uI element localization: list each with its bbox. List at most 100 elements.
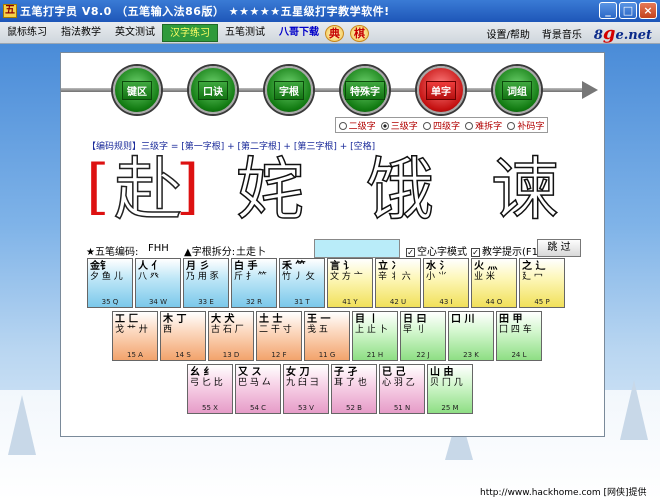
- wubi-key[interactable]: 目 丨上 止 卜 21 H: [352, 311, 398, 361]
- close-button[interactable]: ×: [639, 2, 657, 19]
- key-roots: 竹 丿 攵: [282, 272, 315, 282]
- key-roots: 巴 马 厶: [238, 378, 271, 388]
- level-3-option[interactable]: 三级字: [380, 119, 418, 132]
- key-main: 山 由: [430, 367, 454, 378]
- nav-roots-button[interactable]: 字根: [265, 66, 313, 114]
- wubi-key[interactable]: 白 手斤 扌 ⺮ 32 R: [231, 258, 277, 308]
- key-code: 31 T: [294, 298, 310, 306]
- wubi-key[interactable]: 工 匚戈 艹 廾 15 A: [112, 311, 158, 361]
- wubi-key[interactable]: 木 丁西 14 S: [160, 311, 206, 361]
- key-code: 14 S: [175, 351, 191, 359]
- wubi-key[interactable]: 水 氵小 ⺌ 43 I: [423, 258, 469, 308]
- nav-special-button[interactable]: 特殊字: [341, 66, 389, 114]
- wubi-key[interactable]: 土 士二 干 寸 12 F: [256, 311, 302, 361]
- wubi-key[interactable]: 大 犬古 石 厂 13 D: [208, 311, 254, 361]
- left-bracket: [: [86, 152, 110, 222]
- radio-icon[interactable]: [507, 122, 516, 130]
- radio-icon[interactable]: [338, 122, 347, 130]
- level-4-option[interactable]: 四级字: [422, 119, 460, 132]
- wubi-key[interactable]: 立 冫辛 丬 六 42 U: [375, 258, 421, 308]
- wubi-key[interactable]: 日 曰早 刂 22 J: [400, 311, 446, 361]
- key-roots: 西: [163, 325, 173, 335]
- nav-label: 词组: [502, 80, 532, 100]
- menu-right-group: 设置/帮助 背景音乐 8ge.net: [486, 22, 652, 44]
- menu-settings-help[interactable]: 设置/帮助: [486, 26, 529, 41]
- key-code: 34 W: [148, 298, 168, 306]
- wubi-key[interactable]: 口 川 23 K: [448, 311, 494, 361]
- wubi-key[interactable]: 火 灬业 米 44 O: [471, 258, 517, 308]
- wubi-key[interactable]: 月 彡乃 用 豕 33 E: [183, 258, 229, 308]
- nav-phrases-button[interactable]: 词组: [493, 66, 541, 114]
- key-code: 12 F: [271, 351, 287, 359]
- menu-wubi-test[interactable]: 五笔测试: [218, 24, 272, 42]
- current-character: 赴: [113, 150, 183, 231]
- nav-rhyme-button[interactable]: 口诀: [189, 66, 237, 114]
- window-title: 五笔打字员 V8.0 （五笔输入法86版） ★★★★★五星级打字教学软件!: [20, 5, 390, 18]
- chess-seal-icon[interactable]: 棋: [350, 25, 369, 42]
- wubi-key[interactable]: 山 由贝 冂 几 25 M: [427, 364, 473, 414]
- wubi-key[interactable]: 言 讠文 方 亠 41 Y: [327, 258, 373, 308]
- logo-letter: g: [602, 22, 616, 44]
- wubi-key[interactable]: 之 辶廴 冖 45 P: [519, 258, 565, 308]
- code-value: FHH: [148, 243, 169, 254]
- maximize-button[interactable]: □: [619, 2, 637, 19]
- window-controls: _ □ ×: [599, 2, 657, 19]
- info-row: ★五笔编码: FHH ▲字根拆分: 土走卜 ✓ 空心字模式 ✓ 教学提示(F1) 跳…: [86, 239, 586, 259]
- wubi-key[interactable]: 已 己心 羽 乙 51 N: [379, 364, 425, 414]
- checkbox-icon[interactable]: ✓: [406, 247, 415, 257]
- minimize-button[interactable]: _: [599, 2, 617, 19]
- hard-char-option[interactable]: 难拆字: [465, 119, 502, 132]
- key-main: 禾 ⺮: [282, 261, 306, 272]
- menu-mouse-practice[interactable]: 鼠标练习: [0, 24, 54, 42]
- teaching-hint-option[interactable]: ✓ 教学提示(F1): [471, 243, 542, 258]
- radio-icon[interactable]: [380, 122, 389, 130]
- radio-icon[interactable]: [465, 122, 474, 130]
- wubi-key[interactable]: 子 孑耳 了 也 52 B: [331, 364, 377, 414]
- menu-bage-download[interactable]: 八哥下载: [272, 24, 326, 42]
- key-main: 子 孑: [334, 367, 358, 378]
- logo-number: 8: [593, 27, 603, 43]
- key-code: 54 C: [249, 404, 267, 412]
- skip-button[interactable]: 跳 过: [537, 239, 581, 257]
- key-code: 24 L: [511, 351, 527, 359]
- key-roots: 文 方 亠: [330, 272, 363, 282]
- menu-chinese-practice[interactable]: 汉字练习: [162, 23, 218, 42]
- key-roots: 上 止 卜: [355, 325, 388, 335]
- code-input[interactable]: [314, 239, 400, 258]
- nav-label: 字根: [274, 80, 304, 100]
- key-code: 51 N: [393, 404, 411, 412]
- radio-icon[interactable]: [422, 122, 431, 130]
- key-roots: 业 米: [474, 272, 495, 282]
- wubi-key[interactable]: 田 甲囗 四 车 24 L: [496, 311, 542, 361]
- checkbox-icon[interactable]: ✓: [471, 247, 480, 257]
- wubi-key[interactable]: 女 刀九 臼 ⺕ 53 V: [283, 364, 329, 414]
- menu-background-music[interactable]: 背景音乐: [542, 26, 582, 41]
- menu-english-test[interactable]: 英文测试: [108, 24, 162, 42]
- key-main: 水 氵: [426, 261, 450, 272]
- padding-code-option[interactable]: 补码字: [507, 119, 544, 132]
- wubi-key[interactable]: 人 亻八 癶 34 W: [135, 258, 181, 308]
- wubi-key[interactable]: 又 ス巴 马 厶 54 C: [235, 364, 281, 414]
- wubi-key[interactable]: 王 一戋 五 11 G: [304, 311, 350, 361]
- upcoming-character: 姹: [235, 150, 305, 231]
- hollow-mode-option[interactable]: ✓ 空心字模式: [406, 243, 467, 258]
- classic-seal-icon[interactable]: 典: [325, 25, 344, 42]
- wubi-key[interactable]: 幺 纟弓 匕 比 55 X: [187, 364, 233, 414]
- wubi-key[interactable]: 禾 ⺮竹 丿 攵 31 T: [279, 258, 325, 308]
- nav-keyzone-button[interactable]: 键区: [113, 66, 161, 114]
- key-main: 金钅: [90, 261, 110, 272]
- key-main: 白 手: [234, 261, 258, 272]
- wubi-key[interactable]: 金钅夕 鱼 儿 35 Q: [87, 258, 133, 308]
- upcoming-character: 饿: [365, 150, 435, 231]
- code-label: ★五笔编码:: [86, 247, 139, 258]
- key-main: 木 丁: [163, 314, 187, 325]
- level-2-option[interactable]: 二级字: [338, 119, 376, 132]
- key-main: 口 川: [451, 314, 475, 325]
- key-code: 15 A: [127, 351, 143, 359]
- snow-tree-decoration: [8, 395, 36, 455]
- key-code: 45 P: [534, 298, 550, 306]
- nav-single-char-button[interactable]: 单字: [417, 66, 465, 114]
- title-bar: 五 五笔打字员 V8.0 （五笔输入法86版） ★★★★★五星级打字教学软件! …: [0, 0, 660, 22]
- key-roots: 戋 五: [307, 325, 328, 335]
- menu-fingering-tutorial[interactable]: 指法教学: [54, 24, 108, 42]
